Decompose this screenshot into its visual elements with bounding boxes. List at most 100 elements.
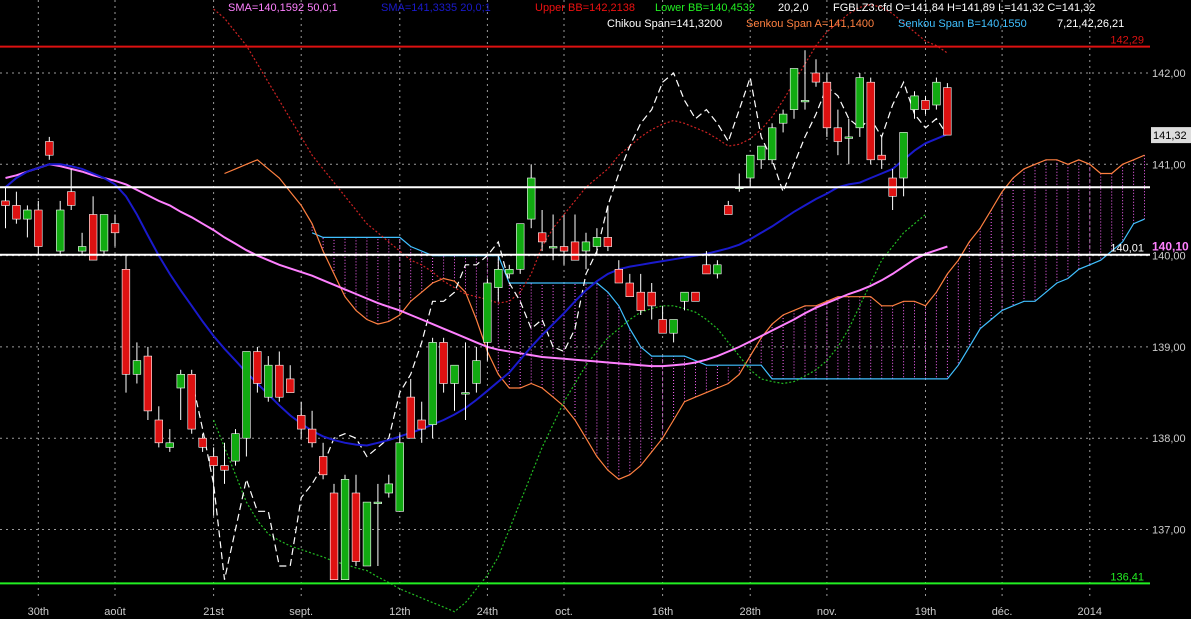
candle-body-78: [855, 77, 864, 129]
last-price-label: 141,32: [1153, 130, 1187, 142]
sma50-value-label: 140,10: [1152, 240, 1189, 254]
x-tick-label-10: 19th: [915, 606, 936, 618]
candle-body-69: [757, 145, 766, 161]
legend-upper-bb: Upper BB=142,2138: [535, 2, 635, 14]
candle-body-86: [943, 87, 952, 136]
y-tick-label-2: 139,00: [1152, 342, 1186, 354]
x-tick-label-2: 21st: [203, 606, 224, 618]
candle-body-40: [439, 342, 448, 384]
candle-body-36: [395, 442, 404, 512]
candle-body-22: [242, 351, 251, 439]
candle-body-32: [351, 492, 361, 562]
x-tick-label-1: août: [104, 606, 125, 618]
x-tick-label-3: sept.: [289, 606, 313, 618]
candle-body-21: [231, 433, 240, 462]
candle-body-74: [811, 72, 821, 83]
candle-body-4: [45, 141, 54, 156]
legend-sma20: SMA=141,3335 20,0;1: [381, 2, 491, 14]
candle-body-56: [614, 268, 623, 284]
candle-body-46: [505, 268, 514, 275]
candle-body-80: [877, 154, 886, 161]
candle-body-15: [165, 442, 174, 448]
legend-lower-bb: Lower BB=140,4532: [655, 2, 755, 14]
candle-body-53: [581, 241, 591, 252]
candle-body-23: [253, 351, 262, 384]
candle-body-24: [264, 364, 273, 398]
candle-body-35: [384, 483, 393, 494]
candle-body-77: [844, 136, 853, 139]
x-tick-label-6: oct.: [555, 606, 573, 618]
candle-body-73: [800, 100, 810, 103]
candle-body-27: [297, 415, 306, 430]
candle-body-72: [789, 68, 799, 110]
x-tick-label-9: nov.: [817, 606, 837, 618]
x-tick-label-11: déc.: [992, 606, 1013, 618]
candle-body-85: [932, 81, 941, 106]
candle-body-57: [625, 282, 634, 297]
candle-body-70: [767, 127, 777, 161]
legend-bb-params: 20,2,0: [778, 2, 809, 14]
level-label-0: 142,29: [1110, 35, 1144, 47]
candle-body-62: [680, 291, 689, 302]
candle-body-50: [548, 246, 558, 249]
candle-body-18: [198, 437, 207, 448]
candle-body-55: [603, 237, 612, 247]
candle-body-7: [78, 246, 87, 252]
candle-body-28: [307, 428, 317, 444]
candle-body-38: [417, 419, 426, 430]
candle-body-14: [154, 419, 163, 444]
candle-body-51: [559, 246, 569, 252]
candle-body-68: [746, 154, 755, 179]
x-tick-label-12: 2014: [1078, 606, 1102, 618]
candle-body-58: [636, 291, 645, 311]
x-tick-label-5: 24th: [477, 606, 498, 618]
candle-body-49: [537, 232, 547, 243]
candle-body-31: [340, 478, 350, 580]
candle-body-17: [187, 373, 196, 430]
candle-body-33: [362, 501, 372, 567]
y-tick-label-5: 142,00: [1152, 68, 1186, 80]
candle-body-45: [494, 268, 503, 288]
legend-span-a: Senkou Span A=141,1400: [746, 18, 874, 30]
x-tick-label-0: 30th: [28, 606, 49, 618]
candle-body-71: [778, 113, 788, 124]
candle-body-75: [822, 81, 832, 129]
candle-body-37: [406, 396, 415, 439]
candle-body-61: [669, 319, 678, 334]
candle-body-11: [121, 268, 131, 375]
candle-body-44: [483, 282, 492, 343]
x-tick-label-4: 12th: [389, 606, 410, 618]
candle-body-8: [89, 214, 98, 261]
candle-body-84: [921, 100, 930, 110]
candle-body-25: [275, 364, 284, 398]
candle-body-9: [99, 214, 109, 252]
legend-chikou: Chikou Span=141,3200: [607, 18, 722, 30]
candle-body-76: [833, 127, 842, 142]
candle-body-60: [658, 319, 667, 334]
legend-ichimoku-params: 7,21,42,26,21: [1057, 18, 1124, 30]
y-tick-label-1: 138,00: [1152, 433, 1186, 445]
candle-body-82: [899, 132, 908, 179]
candle-body-63: [691, 291, 700, 302]
candle-body-20: [220, 465, 229, 471]
chart-background: [0, 0, 1191, 619]
candle-body-30: [329, 492, 339, 580]
candle-body-59: [647, 291, 656, 307]
candle-body-16: [176, 373, 185, 389]
y-tick-label-0: 137,00: [1152, 525, 1186, 537]
candle-body-41: [450, 364, 459, 384]
candle-body-79: [866, 81, 875, 161]
candle-body-52: [570, 241, 580, 261]
candle-body-19: [209, 456, 218, 466]
legend-span-b: Senkou Span B=140,1550: [898, 18, 1027, 30]
candle-body-54: [592, 237, 602, 247]
candle-body-43: [472, 360, 481, 384]
candle-body-0: [1, 200, 10, 206]
y-tick-label-4: 141,00: [1152, 159, 1186, 171]
candle-body-12: [132, 360, 142, 375]
candle-body-26: [286, 378, 295, 393]
candle-body-1: [12, 205, 21, 220]
price-chart[interactable]: 142,29 140,01 136,41 137,00 138,00 139,00 140…: [0, 0, 1191, 619]
x-tick-label-8: 28th: [739, 606, 760, 618]
candle-body-10: [110, 223, 120, 234]
